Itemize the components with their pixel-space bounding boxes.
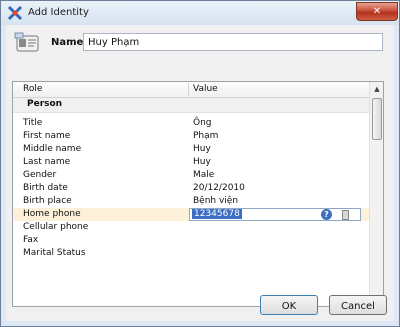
role-label: Birth date — [23, 183, 68, 193]
role-label: Last name — [23, 157, 71, 167]
name-field[interactable] — [83, 33, 383, 51]
name-label: Name: — [51, 37, 88, 48]
scroll-up-icon[interactable]: ▲ — [372, 84, 382, 94]
title-bar: Add Identity ✕ — [1, 1, 399, 25]
row-first-name[interactable]: First name Phạm — [13, 130, 369, 143]
identity-property-grid: Role Value Person Title Ông First name P… — [12, 81, 384, 307]
role-label: Middle name — [23, 144, 82, 154]
row-gender[interactable]: Gender Male — [13, 169, 369, 182]
identity-card-icon — [14, 32, 39, 52]
dialog-body: Name: Role Value Person Title Ông First … — [6, 25, 394, 321]
column-separator[interactable] — [188, 83, 189, 96]
row-marital-status[interactable]: Marital Status — [13, 247, 369, 260]
row-birth-place[interactable]: Birth place Bệnh viện — [13, 195, 369, 208]
home-phone-input[interactable]: 12345678 ? — [189, 208, 361, 221]
phone-icon[interactable] — [342, 210, 349, 220]
row-birth-date[interactable]: Birth date 20/12/2010 — [13, 182, 369, 195]
close-button[interactable]: ✕ — [356, 2, 398, 21]
row-title[interactable]: Title Ông — [13, 117, 369, 130]
category-person[interactable]: Person — [13, 98, 369, 113]
row-home-phone[interactable]: Home phone 12345678 ? — [13, 208, 369, 221]
role-column-header[interactable]: Role — [23, 84, 42, 94]
role-label: Birth place — [23, 196, 72, 206]
row-cellular-phone[interactable]: Cellular phone — [13, 221, 369, 234]
role-label: Home phone — [23, 209, 81, 219]
value-text: Huy — [193, 157, 211, 167]
role-label: Marital Status — [23, 248, 86, 258]
row-fax[interactable]: Fax — [13, 234, 369, 247]
role-label: First name — [23, 131, 71, 141]
help-icon[interactable]: ? — [321, 209, 332, 220]
grid-header: Role Value — [13, 82, 369, 98]
value-text: 20/12/2010 — [193, 183, 245, 193]
row-middle-name[interactable]: Middle name Huy — [13, 143, 369, 156]
window-title: Add Identity — [28, 7, 89, 18]
scroll-thumb[interactable] — [372, 98, 382, 140]
selected-value-text: 12345678 — [192, 209, 242, 219]
vertical-scrollbar[interactable]: ▲ ▼ — [369, 82, 383, 306]
role-label: Gender — [23, 170, 57, 180]
close-icon: ✕ — [372, 6, 382, 17]
value-text: Phạm — [193, 131, 219, 141]
cancel-button[interactable]: Cancel — [329, 295, 387, 315]
value-text: Bệnh viện — [193, 196, 239, 206]
role-label: Title — [23, 118, 43, 128]
value-text: Huy — [193, 144, 211, 154]
app-icon — [7, 5, 23, 21]
role-label: Fax — [23, 235, 39, 245]
add-identity-dialog: Add Identity ✕ Name: Role Value Person T… — [0, 0, 400, 327]
category-label: Person — [27, 99, 63, 109]
row-last-name[interactable]: Last name Huy — [13, 156, 369, 169]
value-text: Male — [193, 170, 215, 180]
value-column-header[interactable]: Value — [193, 84, 218, 94]
ok-button[interactable]: OK — [260, 295, 318, 315]
role-label: Cellular phone — [23, 222, 89, 232]
value-text: Ông — [193, 118, 212, 128]
